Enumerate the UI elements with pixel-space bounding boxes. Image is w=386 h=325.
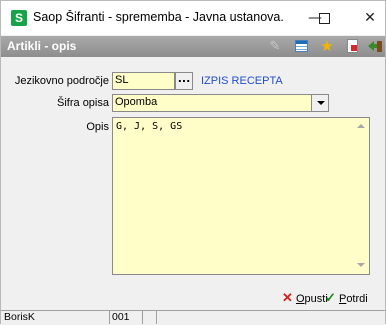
minimize-button[interactable]: — [292,1,338,35]
opusti-accel: O [295,293,305,305]
dialog-window: S Saop Šifranti - sprememba - Javna usta… [0,0,386,325]
close-button[interactable]: ✕ [347,1,386,35]
check-icon: ✓ [325,290,336,305]
form-header: Artikli - opis ✎ ★ [1,36,385,57]
status-empty [145,311,157,324]
app-icon: S [11,10,27,26]
report-icon[interactable] [345,39,361,54]
favorite-star-icon[interactable]: ★ [319,39,335,54]
sifra-label: Šifra opisa [57,97,109,109]
jezikovno-field[interactable]: SL [112,72,175,90]
izpis-recepta-link[interactable]: IZPIS RECEPTA [201,75,283,87]
scroll-up-icon[interactable] [357,124,365,128]
opis-text[interactable]: G, J, S, GS [116,121,182,132]
lookup-button[interactable]: ... [175,72,193,90]
dropdown-arrow-icon[interactable] [311,95,328,111]
exit-icon[interactable] [367,39,383,54]
status-user: BorisK [1,311,110,324]
potrdi-button[interactable]: ✓ Potrdi [325,290,368,306]
jezikovno-label: Jezikovno področje [14,75,109,87]
form-title: Artikli - opis [7,39,77,53]
memo-scrollbar[interactable] [354,118,369,274]
opis-textarea[interactable]: G, J, S, GS [112,117,370,275]
window-title: Saop Šifranti - sprememba - Javna ustano… [33,10,283,24]
cancel-x-icon: ✕ [282,290,293,305]
sifra-dropdown[interactable]: Opomba [112,94,329,112]
title-bar[interactable]: S Saop Šifranti - sprememba - Javna usta… [1,1,385,35]
opis-label: Opis [86,121,109,133]
edit-icon[interactable]: ✎ [267,39,283,54]
status-bar: BorisK 001 [1,310,385,325]
opusti-button[interactable]: ✕ Opusti [282,290,328,306]
status-code: 001 [109,311,143,324]
maximize-button[interactable] [319,13,330,24]
grid-icon[interactable] [294,39,310,54]
potrdi-label: otrdi [346,293,368,305]
scroll-down-icon[interactable] [357,263,365,267]
